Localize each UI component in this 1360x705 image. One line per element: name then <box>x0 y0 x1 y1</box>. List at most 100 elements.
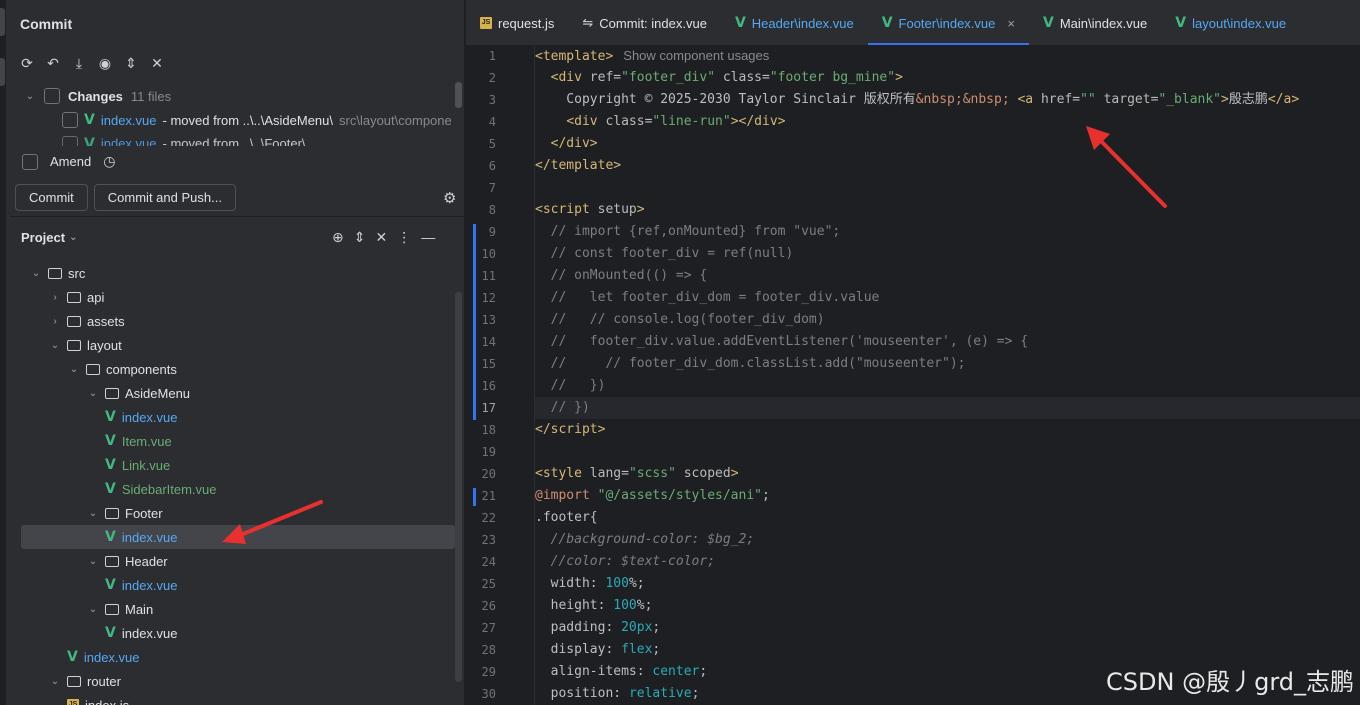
tree-folder[interactable]: › assets <box>10 309 455 333</box>
editor-tab[interactable]: V Main\index.vue <box>1029 0 1161 45</box>
chevron-down-icon[interactable]: ⌄ <box>86 604 100 615</box>
code-line[interactable]: .footer{ <box>535 507 598 529</box>
refresh-icon[interactable]: ⟳ <box>18 54 36 72</box>
changes-checkbox[interactable] <box>44 88 60 104</box>
project-tree-scrollbar[interactable] <box>455 292 462 682</box>
chevron-down-icon[interactable]: ⌄ <box>48 676 62 687</box>
tool-strip-marker[interactable] <box>0 58 5 86</box>
editor-tab[interactable]: V Footer\index.vue × <box>867 0 1030 45</box>
chevron-right-icon[interactable]: › <box>48 292 62 303</box>
amend-row[interactable]: Amend ◷ <box>22 153 115 170</box>
chevron-down-icon[interactable]: ⌄ <box>86 508 100 519</box>
locate-icon[interactable]: ⊕ <box>332 229 344 246</box>
tree-file[interactable]: Vindex.vue <box>10 645 455 669</box>
tree-folder[interactable]: ⌄ Header <box>10 549 455 573</box>
code-line[interactable]: </script> <box>535 419 605 441</box>
code-line[interactable]: height: 100%; <box>535 595 653 617</box>
vue-file-icon: V <box>105 409 116 425</box>
tree-item-label: router <box>87 673 121 689</box>
project-title-label: Project <box>21 230 66 245</box>
code-line[interactable]: <template> Show component usages <box>535 46 769 67</box>
code-line[interactable]: position: relative; <box>535 683 700 705</box>
expand-all-icon[interactable]: ⇕ <box>122 54 140 72</box>
update-project-icon[interactable]: ⤓ <box>70 54 88 72</box>
close-icon[interactable]: × <box>1007 16 1015 31</box>
tree-folder[interactable]: ⌄ Footer <box>10 501 455 525</box>
code-line[interactable]: display: flex; <box>535 639 661 661</box>
editor-tab[interactable]: ⇋ Commit: index.vue <box>568 0 721 45</box>
tool-strip-marker[interactable] <box>0 8 5 36</box>
collapse-all-icon[interactable]: ✕ <box>375 229 387 246</box>
editor-tab[interactable]: JS request.js <box>466 0 568 45</box>
code-line[interactable]: //color: $text-color; <box>535 551 715 573</box>
tree-folder[interactable]: ⌄ AsideMenu <box>10 381 455 405</box>
code-line[interactable]: <style lang="scss" scoped> <box>535 463 739 485</box>
tree-folder[interactable]: ⌄ layout <box>10 333 455 357</box>
file-checkbox[interactable] <box>62 136 78 146</box>
code-line[interactable]: // const footer_div = ref(null) <box>535 243 794 265</box>
code-line[interactable]: // // footer_div_dom.classList.add("mous… <box>535 353 966 375</box>
hide-icon[interactable]: — <box>421 229 435 246</box>
commit-and-push-button[interactable]: Commit and Push... <box>93 184 236 211</box>
tree-file[interactable]: Vindex.vue <box>10 621 455 645</box>
tab-label: layout\index.vue <box>1192 15 1287 31</box>
tree-folder[interactable]: › api <box>10 285 455 309</box>
show-diff-icon[interactable]: ◉ <box>96 54 114 72</box>
changes-group[interactable]: ⌄ Changes 11 files <box>24 88 171 104</box>
code-line[interactable]: //background-color: $bg_2; <box>535 529 755 551</box>
code-line[interactable]: <div ref="footer_div" class="footer bg_m… <box>535 67 903 89</box>
chevron-down-icon[interactable]: ⌄ <box>29 268 43 279</box>
chevron-down-icon[interactable]: ⌄ <box>86 556 100 567</box>
tree-folder[interactable]: ⌄ Main <box>10 597 455 621</box>
code-line[interactable]: align-items: center; <box>535 661 708 683</box>
code-line[interactable]: <div class="line-run"></div> <box>535 111 785 133</box>
project-view-title[interactable]: Project ⌄ <box>21 230 77 245</box>
changed-file-row[interactable]: V index.vue - moved from ..\..\Footer\ <box>62 136 306 146</box>
code-line[interactable]: width: 100%; <box>535 573 645 595</box>
chevron-down-icon[interactable]: ⌄ <box>86 388 100 399</box>
code-line[interactable]: // // console.log(footer_div_dom) <box>535 309 825 331</box>
tree-file[interactable]: JS index.js <box>10 693 455 705</box>
commit-button[interactable]: Commit <box>15 184 88 211</box>
component-usages-hint[interactable]: Show component usages <box>623 48 769 63</box>
changes-scrollbar[interactable] <box>455 82 462 108</box>
chevron-down-icon[interactable]: ⌄ <box>67 364 81 375</box>
collapse-all-icon[interactable]: ✕ <box>148 54 166 72</box>
editor-tab[interactable]: V Header\index.vue <box>721 0 868 45</box>
code-line[interactable]: // footer_div.value.addEventListener('mo… <box>535 331 1028 353</box>
chevron-down-icon[interactable]: ⌄ <box>24 91 36 102</box>
tree-file[interactable]: V Link.vue <box>10 453 455 477</box>
editor-tab[interactable]: Vlayout\index.vue <box>1161 0 1300 45</box>
chevron-right-icon[interactable]: › <box>48 316 62 327</box>
code-line[interactable]: // }) <box>535 397 1360 419</box>
code-line[interactable]: // onMounted(() => { <box>535 265 708 287</box>
chevron-down-icon[interactable]: ⌄ <box>69 232 77 243</box>
tree-folder[interactable]: ⌄ components <box>10 357 455 381</box>
tree-file[interactable]: Vindex.vue <box>10 573 455 597</box>
code-line[interactable]: // import {ref,onMounted} from "vue"; <box>535 221 841 243</box>
more-options-icon[interactable]: ⋮ <box>397 229 411 246</box>
code-line[interactable]: </template> <box>535 155 621 177</box>
code-line[interactable]: </div> <box>535 133 598 155</box>
code-line[interactable]: <script setup> <box>535 199 645 221</box>
file-checkbox[interactable] <box>62 112 78 128</box>
rollback-icon[interactable]: ↶ <box>44 54 62 72</box>
code-line[interactable]: Copyright © 2025-2030 Taylor Sinclair 版权… <box>535 89 1299 111</box>
code-line[interactable]: padding: 20px; <box>535 617 661 639</box>
clock-icon[interactable]: ◷ <box>103 153 115 170</box>
changed-file-row[interactable]: V index.vue - moved from ..\..\AsideMenu… <box>62 112 452 128</box>
code-line[interactable]: // let footer_div_dom = footer_div.value <box>535 287 880 309</box>
code-line[interactable]: // }) <box>535 375 606 397</box>
tree-file[interactable]: V SidebarItem.vue <box>10 477 455 501</box>
gear-icon[interactable]: ⚙ <box>443 189 456 207</box>
tree-file[interactable]: Vindex.vue <box>21 525 455 549</box>
amend-checkbox[interactable] <box>22 153 38 170</box>
code-editor[interactable]: 1 2 3 4 5 6 7 8 9 10 11 12 13 14 15 16 17 18 19 20 21 22 23 24 2… <box>466 46 1360 705</box>
expand-all-icon[interactable]: ⇕ <box>354 229 366 246</box>
tree-folder[interactable]: ⌄ src <box>10 261 455 285</box>
tree-folder[interactable]: ⌄ router <box>10 669 455 693</box>
tree-file[interactable]: Vindex.vue <box>10 405 455 429</box>
tree-file[interactable]: V Item.vue <box>10 429 455 453</box>
code-line[interactable]: @import "@/assets/styles/ani"; <box>535 485 770 507</box>
chevron-down-icon[interactable]: ⌄ <box>48 340 62 351</box>
